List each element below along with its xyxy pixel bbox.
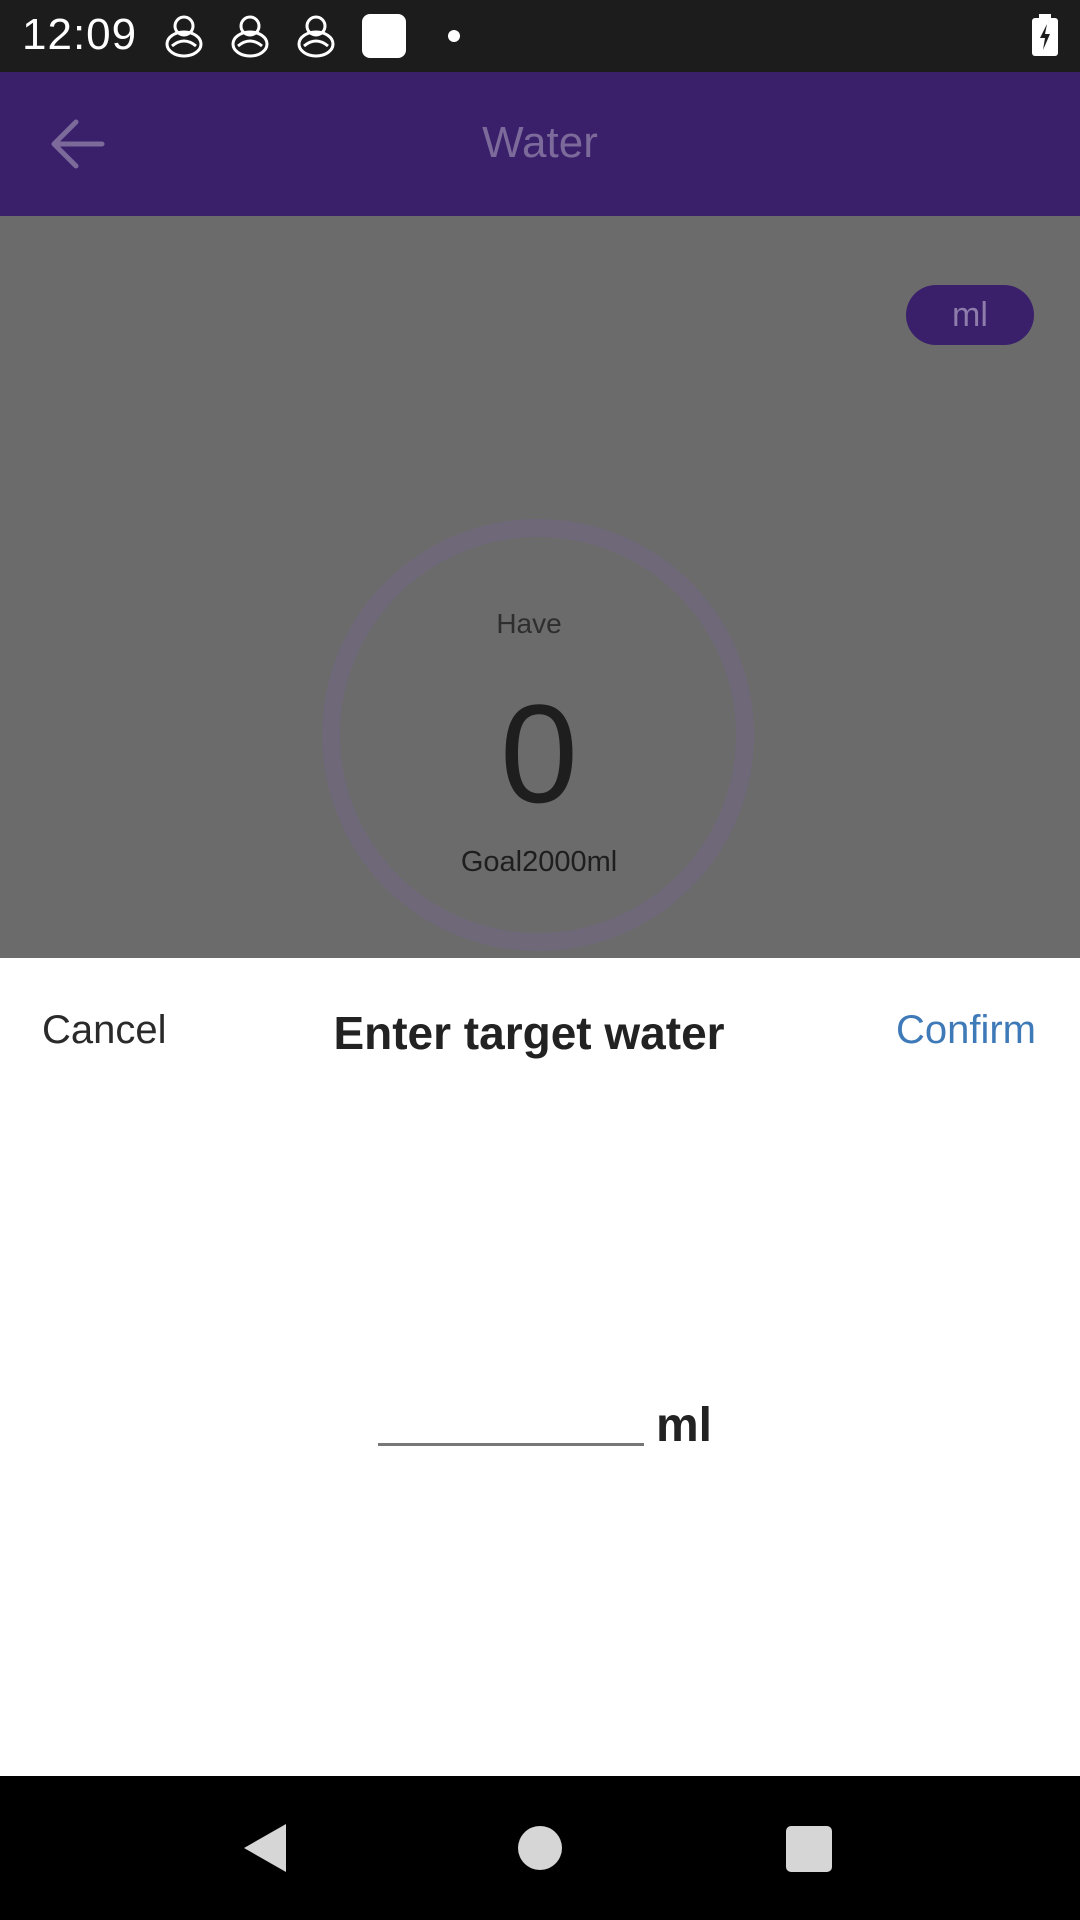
have-label: Have: [496, 608, 562, 639]
app-notification-icon: [231, 15, 269, 58]
back-triangle-icon[interactable]: [240, 1820, 290, 1876]
home-circle-icon[interactable]: [518, 1826, 562, 1870]
target-water-dialog: Cancel Enter target water Confirm ml: [0, 958, 1080, 1776]
status-time: 12:09: [22, 10, 138, 59]
system-nav-bar: [0, 1776, 1080, 1920]
battery-charging-icon: [1032, 14, 1058, 56]
confirm-button[interactable]: Confirm: [896, 1008, 1036, 1053]
unit-label: ml: [656, 1399, 713, 1452]
target-water-input[interactable]: [378, 1398, 644, 1446]
status-bar: 12:09: [0, 0, 1080, 72]
square-notification-icon: [362, 14, 406, 58]
page-title: Water: [482, 118, 598, 167]
notification-icons: [162, 12, 460, 60]
water-summary: ml Have 0 Goal2000ml: [0, 216, 1080, 958]
recents-square-icon[interactable]: [786, 1826, 832, 1872]
app-bar: Water: [0, 72, 1080, 216]
goal-label: Goal2000ml: [460, 846, 618, 878]
app-notification-icon: [297, 15, 335, 58]
dot-icon: [448, 30, 460, 42]
unit-toggle-button[interactable]: ml: [906, 285, 1034, 345]
app-notification-icon: [165, 15, 203, 58]
have-value: 0: [500, 675, 578, 832]
